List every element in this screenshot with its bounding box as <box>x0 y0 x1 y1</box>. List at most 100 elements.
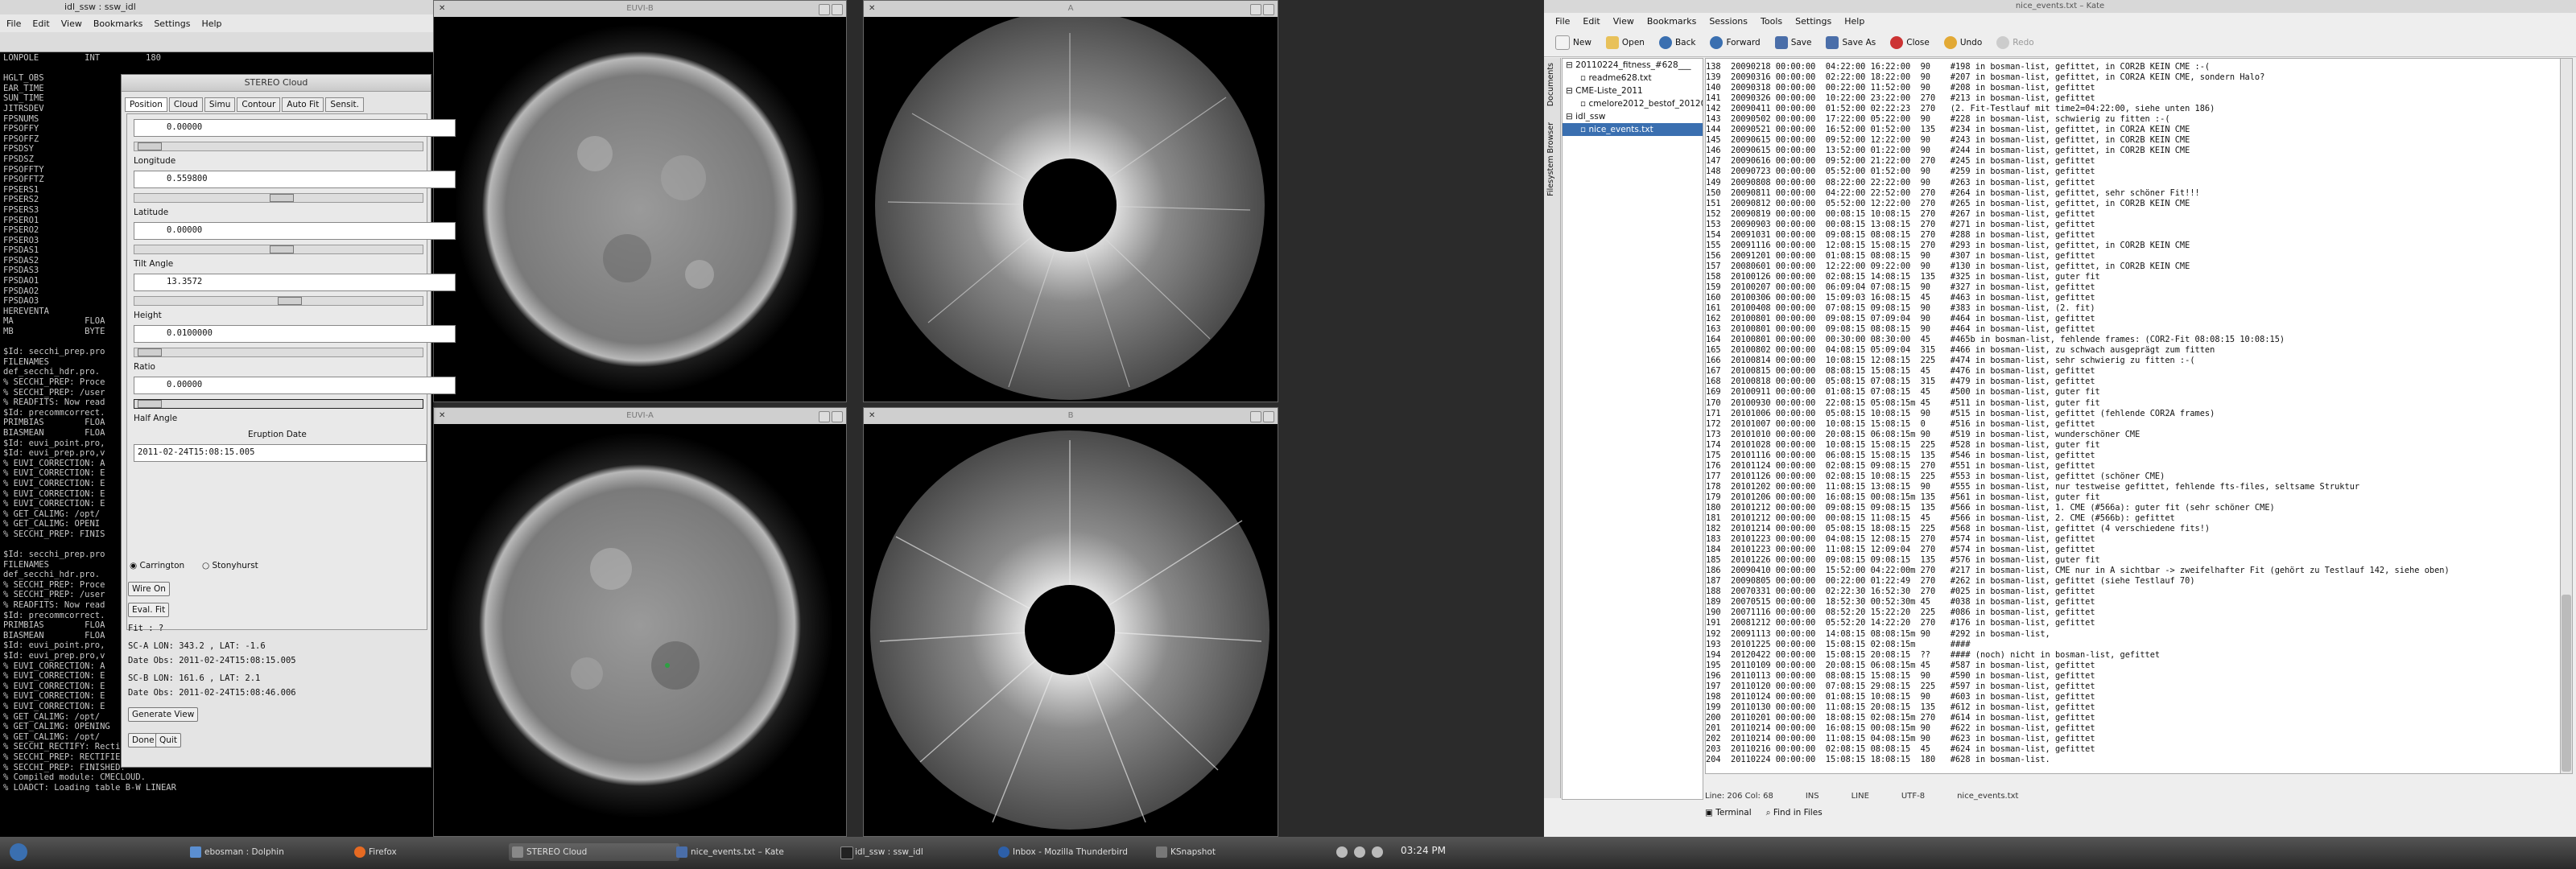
minimize-icon[interactable] <box>1250 4 1261 15</box>
selection-mode[interactable]: LINE <box>1852 792 1869 801</box>
close-button[interactable]: Close <box>1890 36 1930 49</box>
menu-file[interactable]: File <box>6 19 21 29</box>
slider-knob[interactable] <box>270 194 294 202</box>
editor-scrollbar[interactable] <box>2560 58 2573 774</box>
scrollbar-thumb[interactable] <box>2562 595 2571 772</box>
editor-text[interactable]: 138 20090218 00:00:00 04:22:00 16:22:00 … <box>1706 62 2561 765</box>
task-thunderbird[interactable]: Inbox - Mozilla Thunderbird <box>995 843 1166 861</box>
ratio-slider[interactable] <box>134 399 423 409</box>
encoding[interactable]: UTF-8 <box>1901 792 1925 801</box>
close-icon[interactable]: ✕ <box>869 1 875 17</box>
tree-item-folder[interactable]: ⊟ idl_ssw <box>1563 110 1703 123</box>
task-stereo-cloud[interactable]: STEREO Cloud <box>509 843 679 861</box>
generate-view-button[interactable]: Generate View <box>128 707 199 722</box>
slider-knob[interactable] <box>270 245 294 253</box>
tree-item-file[interactable]: ▫ cmelore2012_bestof_20120515.txt <box>1563 97 1703 110</box>
quit-button[interactable]: Quit <box>155 733 181 748</box>
cor2-a-window[interactable]: ✕ A <box>863 0 1278 402</box>
save-as-button[interactable]: Save As <box>1826 36 1876 49</box>
longitude-slider[interactable] <box>134 193 423 203</box>
height-field[interactable]: 0.0100000 <box>134 325 456 343</box>
close-icon[interactable]: ✕ <box>439 408 445 424</box>
volume-icon[interactable] <box>1354 846 1365 858</box>
euvi-b-window[interactable]: ✕ EUVI-B <box>433 0 847 402</box>
tree-item-folder[interactable]: ⊟ CME-Liste_2011 <box>1563 84 1703 97</box>
tilt-angle-slider[interactable] <box>134 296 423 306</box>
documents-tab[interactable]: Documents <box>1546 63 1555 106</box>
tilt-angle-field[interactable]: 13.3572 <box>134 274 456 291</box>
find-in-files-tab[interactable]: ⌕ Find in Files <box>1766 808 1823 818</box>
position-slider[interactable] <box>134 142 423 151</box>
euvi-a-window[interactable]: ✕ EUVI-A <box>433 407 847 837</box>
task-dolphin[interactable]: ebosman : Dolphin <box>187 843 357 861</box>
stereo-cloud-dialog[interactable]: STEREO Cloud Position Cloud Simu Contour… <box>121 74 456 768</box>
maximize-icon[interactable] <box>1263 4 1274 15</box>
menu-edit[interactable]: Edit <box>1583 16 1600 27</box>
network-icon[interactable] <box>1336 846 1348 858</box>
task-kate[interactable]: nice_events.txt – Kate <box>673 843 844 861</box>
menu-help[interactable]: Help <box>201 19 221 29</box>
menu-sessions[interactable]: Sessions <box>1709 16 1748 27</box>
tab-sensit[interactable]: Sensit. <box>325 97 364 112</box>
minimize-icon[interactable] <box>819 4 830 15</box>
task-terminal[interactable]: idl_ssw : ssw_idl <box>837 843 1008 861</box>
slider-knob[interactable] <box>138 142 162 150</box>
undo-button[interactable]: Undo <box>1943 36 1982 49</box>
task-firefox[interactable]: Firefox <box>351 843 522 861</box>
back-button[interactable]: Back <box>1658 36 1695 49</box>
tab-simu[interactable]: Simu <box>204 97 236 112</box>
tab-cloud[interactable]: Cloud <box>168 97 203 112</box>
maximize-icon[interactable] <box>832 4 843 15</box>
cor2-b-window[interactable]: ✕ B <box>863 407 1278 837</box>
battery-icon[interactable] <box>1372 846 1383 858</box>
open-button[interactable]: Open <box>1605 36 1645 49</box>
tree-item-file-selected[interactable]: ▫ nice_events.txt <box>1563 123 1703 136</box>
tab-contour[interactable]: Contour <box>237 97 281 112</box>
filesystem-browser-tab[interactable]: Filesystem Browser <box>1546 122 1555 196</box>
slider-knob[interactable] <box>138 400 162 408</box>
slider-knob[interactable] <box>138 348 162 356</box>
ratio-field[interactable]: 0.00000 <box>134 377 456 394</box>
menu-settings[interactable]: Settings <box>154 19 190 29</box>
task-ksnapshot[interactable]: KSnapshot <box>1153 843 1299 861</box>
close-icon[interactable]: ✕ <box>869 408 875 424</box>
minimize-icon[interactable] <box>819 411 830 422</box>
close-icon[interactable]: ✕ <box>439 1 445 17</box>
slider-knob[interactable] <box>278 297 302 305</box>
wire-on-button[interactable]: Wire On <box>128 582 170 596</box>
carrington-radio[interactable]: ◉ Carrington <box>130 561 184 570</box>
terminal-tab[interactable]: ▣ Terminal <box>1705 808 1752 818</box>
kde-menu-icon[interactable] <box>10 843 27 861</box>
minimize-icon[interactable] <box>1250 411 1261 422</box>
menu-help[interactable]: Help <box>1844 16 1864 27</box>
tree-item-file[interactable]: ▫ readme628.txt <box>1563 72 1703 84</box>
menu-bookmarks[interactable]: Bookmarks <box>93 19 142 29</box>
redo-button[interactable]: Redo <box>1996 36 2034 49</box>
menu-edit[interactable]: Edit <box>32 19 49 29</box>
latitude-slider[interactable] <box>134 245 423 254</box>
menu-bookmarks[interactable]: Bookmarks <box>1647 16 1696 27</box>
insert-mode[interactable]: INS <box>1806 792 1819 801</box>
menu-tools[interactable]: Tools <box>1761 16 1782 27</box>
menu-view[interactable]: View <box>61 19 82 29</box>
menu-view[interactable]: View <box>1613 16 1634 27</box>
tab-auto-fit[interactable]: Auto Fit <box>282 97 324 112</box>
tab-position[interactable]: Position <box>125 97 167 112</box>
maximize-icon[interactable] <box>1263 411 1274 422</box>
clock[interactable]: 03:24 PM <box>1401 845 1446 856</box>
eruption-date-field[interactable]: 2011-02-24T15:08:15.005 <box>134 444 427 462</box>
save-button[interactable]: Save <box>1774 36 1811 49</box>
eval-fit-button[interactable]: Eval. Fit <box>128 603 170 617</box>
maximize-icon[interactable] <box>832 411 843 422</box>
latitude-field[interactable]: 0.00000 <box>134 222 456 240</box>
new-button[interactable]: New <box>1555 35 1591 50</box>
kate-window[interactable]: nice_events.txt – Kate File Edit View Bo… <box>1544 0 2576 837</box>
stonyhurst-radio[interactable]: ○ Stonyhurst <box>202 561 258 570</box>
tree-item-folder[interactable]: ⊟ 20110224_fitness_#628___ <box>1563 59 1703 72</box>
longitude-field[interactable]: 0.559800 <box>134 171 456 188</box>
position-field[interactable]: 0.00000 <box>134 119 456 137</box>
height-slider[interactable] <box>134 348 423 357</box>
forward-button[interactable]: Forward <box>1710 36 1761 49</box>
text-editor[interactable]: 138 20090218 00:00:00 04:22:00 16:22:00 … <box>1705 58 2562 774</box>
menu-settings[interactable]: Settings <box>1795 16 1831 27</box>
